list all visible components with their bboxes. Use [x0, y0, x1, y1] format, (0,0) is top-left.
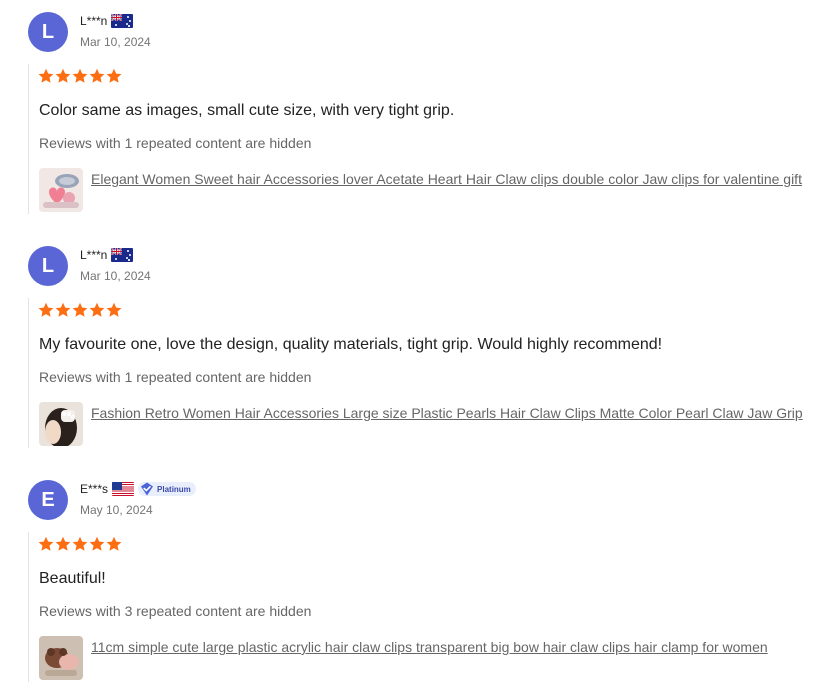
star-icon	[89, 536, 105, 552]
hidden-reviews-note: Reviews with 1 repeated content are hidd…	[39, 369, 312, 385]
review-header: E E***s Platinum May 10, 2024	[0, 476, 837, 532]
product-thumbnail[interactable]	[39, 168, 83, 212]
reviewer-name: L***n	[80, 14, 108, 28]
review-body: Beautiful! Reviews with 3 repeated conte…	[28, 532, 837, 682]
product-reference[interactable]: Fashion Retro Women Hair Accessories Lar…	[39, 402, 832, 446]
star-rating	[38, 302, 122, 318]
review-text: My favourite one, love the design, quali…	[39, 336, 663, 353]
star-icon	[38, 68, 54, 84]
product-thumbnail[interactable]	[39, 402, 83, 446]
star-icon	[106, 302, 122, 318]
review-date: Mar 10, 2024	[80, 269, 151, 283]
review-header: L L***n Mar 10, 2024	[0, 242, 837, 298]
review-item: L L***n Mar	[0, 8, 837, 214]
hidden-reviews-note: Reviews with 3 repeated content are hidd…	[39, 603, 312, 619]
verified-diamond-icon	[141, 482, 154, 496]
reviewer-name-row: L***n	[80, 12, 134, 30]
hidden-reviews-note: Reviews with 1 repeated content are hidd…	[39, 135, 312, 151]
star-icon	[38, 302, 54, 318]
star-icon	[55, 68, 71, 84]
avatar: L	[28, 246, 68, 286]
star-icon	[106, 68, 122, 84]
product-link[interactable]: 11cm simple cute large plastic acrylic h…	[91, 638, 831, 656]
usa-flag-icon	[112, 482, 135, 496]
star-icon	[72, 68, 88, 84]
product-reference[interactable]: 11cm simple cute large plastic acrylic h…	[39, 636, 832, 680]
star-icon	[106, 536, 122, 552]
star-icon	[89, 302, 105, 318]
review-text: Beautiful!	[39, 570, 106, 587]
review-date: Mar 10, 2024	[80, 35, 151, 49]
review-item: E E***s Platinum May 10, 2024 Beautiful!…	[0, 476, 837, 682]
review-body: Color same as images, small cute size, w…	[28, 64, 837, 214]
star-icon	[55, 302, 71, 318]
star-icon	[89, 68, 105, 84]
avatar: E	[28, 480, 68, 520]
australia-flag-icon	[111, 14, 134, 28]
product-link[interactable]: Fashion Retro Women Hair Accessories Lar…	[91, 404, 831, 422]
review-header: L L***n Mar 10, 2024	[0, 8, 837, 64]
star-icon	[72, 302, 88, 318]
product-reference[interactable]: Elegant Women Sweet hair Accessories lov…	[39, 168, 832, 212]
badge-label: Platinum	[157, 484, 191, 494]
star-icon	[38, 536, 54, 552]
review-item: L L***n Mar	[0, 242, 837, 448]
review-date: May 10, 2024	[80, 503, 153, 517]
star-icon	[72, 536, 88, 552]
australia-flag-icon	[111, 248, 134, 262]
review-text: Color same as images, small cute size, w…	[39, 102, 455, 119]
star-icon	[55, 536, 71, 552]
reviews-list: L L***n Mar 10, 2024 Color same as image…	[0, 0, 837, 698]
platinum-badge: Platinum	[138, 482, 196, 496]
reviewer-name-row: E***s Platinum	[80, 480, 196, 498]
avatar: L	[28, 12, 68, 52]
product-thumbnail[interactable]	[39, 636, 83, 680]
star-rating	[38, 68, 122, 84]
review-body: My favourite one, love the design, quali…	[28, 298, 837, 448]
reviewer-name: L***n	[80, 248, 108, 262]
reviewer-name: E***s	[80, 482, 109, 496]
product-link[interactable]: Elegant Women Sweet hair Accessories lov…	[91, 170, 831, 188]
star-rating	[38, 536, 122, 552]
reviewer-name-row: L***n	[80, 246, 134, 264]
